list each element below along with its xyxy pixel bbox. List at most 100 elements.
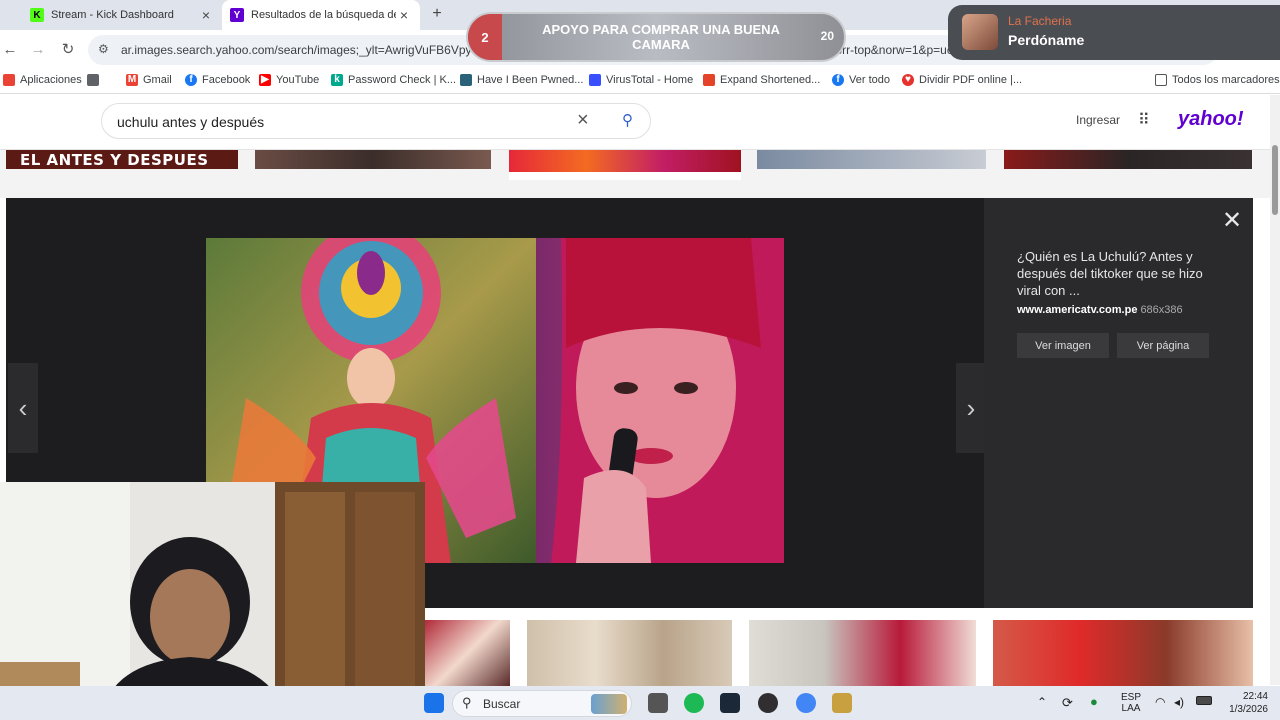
tray-overflow-icon[interactable]: ⌃ [1037, 695, 1047, 709]
new-tab-button[interactable]: + [428, 5, 446, 23]
result-thumbnail-selected[interactable] [509, 150, 741, 180]
related-thumbnail[interactable] [425, 620, 510, 686]
obs-icon[interactable] [758, 693, 778, 713]
webcam-feed [0, 482, 425, 720]
webcam-overlay [0, 482, 425, 720]
gmail-icon: M [126, 74, 138, 86]
related-thumbnail[interactable] [749, 620, 976, 686]
lang-top: ESP [1121, 692, 1142, 703]
related-thumbnail[interactable] [527, 620, 732, 686]
apps-icon [3, 74, 15, 86]
notification-user: La Facheria [1008, 14, 1072, 28]
close-tab-icon[interactable]: × [396, 7, 412, 23]
image-title[interactable]: ¿Quién es La Uchulú? Antes y después del… [1017, 248, 1227, 299]
bookmark-gmail[interactable]: M Gmail [126, 74, 172, 86]
reload-icon[interactable]: ↻ [58, 40, 78, 60]
youtube-icon: ▶ [259, 74, 271, 86]
expand-icon [703, 74, 715, 86]
league-icon[interactable] [832, 693, 852, 713]
search-icon: ⚲ [462, 695, 472, 710]
clock-time: 22:44 [1242, 691, 1268, 702]
microphone-icon[interactable]: ● [1090, 694, 1098, 709]
kaspersky-icon: k [331, 74, 343, 86]
goal-current: 2 [468, 14, 502, 60]
search-box[interactable]: uchulu antes y después × ⚲ [101, 103, 651, 139]
bookmark-dividir-pdf[interactable]: ♥ Dividir PDF online |... [902, 74, 1022, 86]
thumbnail-caption: EL ANTES Y DESPUES [20, 151, 209, 169]
notification-message: Perdóname [1008, 32, 1085, 48]
taskbar-search[interactable]: ⚲ Buscar [452, 690, 632, 717]
result-thumbnail[interactable] [1004, 150, 1252, 169]
page-scrollbar[interactable] [1270, 95, 1280, 685]
next-image-button[interactable]: › [956, 363, 986, 453]
result-thumbnail[interactable] [757, 150, 986, 169]
view-image-button[interactable]: Ver imagen [1017, 333, 1109, 358]
prev-image-button[interactable]: ‹ [8, 363, 38, 453]
results-strip: EL ANTES Y DESPUES [0, 150, 1270, 198]
grid-icon [87, 74, 99, 86]
search-input[interactable]: uchulu antes y después [117, 114, 264, 130]
pwned-icon [460, 74, 472, 86]
image-size: 686x386 [1140, 304, 1183, 316]
signin-link[interactable]: Ingresar [1076, 113, 1120, 127]
goal-text: APOYO PARA COMPRAR UNA BUENA CAMARA [542, 22, 780, 52]
bookmark-virustotal[interactable]: VirusTotal - Home [589, 74, 693, 86]
yahoo-header: uchulu antes y después × ⚲ Ingresar ⠿ ya… [0, 95, 1270, 150]
bookmark-password-check[interactable]: k Password Check | K... [331, 74, 456, 86]
forward-icon[interactable]: → [28, 40, 48, 60]
bookmark-aplicaciones[interactable]: Aplicaciones [3, 74, 82, 86]
facebook-icon: f [185, 74, 197, 86]
volume-icon[interactable]: ◂) [1174, 695, 1184, 709]
image-source[interactable]: www.americatv.com.pe 686x386 [1017, 304, 1183, 316]
clock-date: 1/3/2026 [1229, 704, 1268, 715]
clock[interactable]: 22:44 1/3/2026 [1222, 690, 1268, 716]
tab-yahoo-results[interactable]: Y Resultados de la búsqueda de × [222, 0, 420, 30]
source-domain[interactable]: www.americatv.com.pe [1017, 304, 1137, 316]
scrollbar-thumb[interactable] [1272, 145, 1278, 215]
bookmark-youtube[interactable]: ▶ YouTube [259, 74, 319, 86]
bookmark-ver-todo[interactable]: f Ver todo [832, 74, 890, 86]
clear-search-icon[interactable]: × [577, 109, 589, 132]
battery-icon[interactable] [1196, 696, 1212, 705]
folder-icon [1155, 74, 1167, 86]
windows-taskbar: ⚲ Buscar ⌃ ⟳ ● ESP LAA ◠ ◂) 22:44 1/3/20… [0, 686, 1280, 720]
bookmark-all[interactable]: Todos los marcadores [1155, 74, 1280, 86]
bookmark-grid[interactable] [87, 74, 104, 86]
language-indicator[interactable]: ESP LAA [1121, 692, 1141, 714]
result-thumbnail[interactable] [255, 150, 491, 169]
file-explorer-icon[interactable] [648, 693, 668, 713]
bookmark-expand-shortened[interactable]: Expand Shortened... [703, 74, 820, 86]
sync-icon[interactable]: ⟳ [1062, 695, 1073, 711]
tab-title: Stream - Kick Dashboard [51, 9, 174, 21]
windows-start-icon[interactable] [424, 693, 444, 713]
steam-icon[interactable] [720, 693, 740, 713]
facebook-icon: f [832, 74, 844, 86]
close-viewer-icon[interactable]: ✕ [1222, 206, 1242, 235]
kick-favicon-icon: K [30, 8, 44, 22]
view-page-button[interactable]: Ver página [1117, 333, 1209, 358]
yahoo-favicon-icon: Y [230, 8, 244, 22]
wifi-icon[interactable]: ◠ [1155, 695, 1165, 709]
taskbar-search-label: Buscar [483, 697, 521, 711]
bookmark-facebook[interactable]: f Facebook [185, 74, 250, 86]
bookmark-pwned[interactable]: Have I Been Pwned... [460, 74, 583, 86]
lang-bottom: LAA [1121, 703, 1141, 714]
apps-grid-icon[interactable]: ⠿ [1138, 110, 1150, 130]
search-icon[interactable]: ⚲ [622, 111, 633, 129]
stream-goal-banner: 2 APOYO PARA COMPRAR UNA BUENA CAMARA 20 [466, 12, 846, 62]
spotify-icon[interactable] [684, 693, 704, 713]
close-tab-icon[interactable]: × [198, 7, 214, 23]
goal-target: 20 [820, 29, 834, 43]
search-highlight-icon [591, 694, 627, 714]
bookmarks-bar: Aplicaciones M Gmail f Facebook ▶ YouTube k… [0, 70, 1280, 94]
site-info-icon[interactable]: ⚙ [98, 42, 109, 56]
yahoo-logo[interactable]: yahoo! [1178, 108, 1244, 131]
virustotal-icon [589, 74, 601, 86]
chat-notification: La Facheria Perdóname [948, 5, 1280, 60]
back-icon[interactable]: ← [0, 40, 20, 60]
chrome-icon[interactable] [796, 693, 816, 713]
related-thumbnail[interactable] [993, 620, 1253, 686]
result-thumbnail[interactable]: EL ANTES Y DESPUES [6, 150, 238, 169]
avatar [962, 14, 998, 50]
tab-kick-dashboard[interactable]: K Stream - Kick Dashboard × [22, 0, 222, 30]
